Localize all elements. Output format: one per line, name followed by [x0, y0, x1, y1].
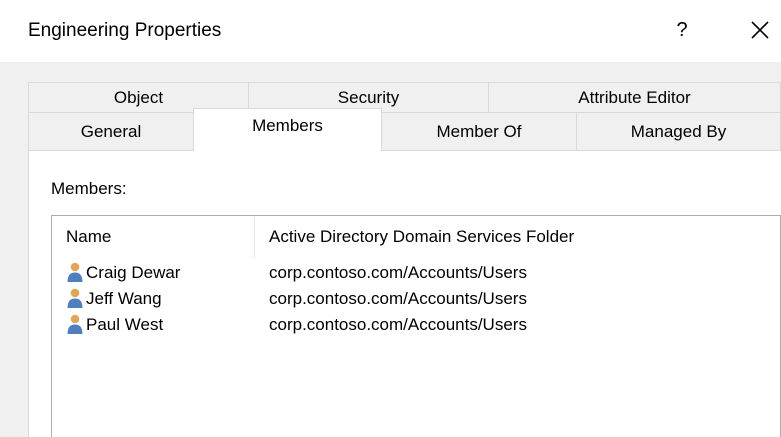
member-name: Paul West [86, 315, 164, 334]
properties-dialog: Engineering Properties ? Object Security… [0, 0, 781, 437]
member-name: Craig Dewar [86, 263, 181, 282]
list-item[interactable]: Jeff Wang corp.contoso.com/Accounts/User… [52, 286, 780, 312]
member-name: Jeff Wang [86, 289, 162, 308]
column-header-name[interactable]: Name [52, 216, 254, 258]
tab-attribute-editor[interactable]: Attribute Editor [488, 82, 781, 112]
close-button[interactable] [742, 14, 778, 46]
tab-managed-by[interactable]: Managed By [576, 112, 781, 150]
tab-label: Members [252, 116, 323, 135]
tab-label: Member Of [436, 122, 522, 141]
member-folder: corp.contoso.com/Accounts/Users [269, 263, 527, 282]
close-icon [751, 21, 769, 39]
user-icon [66, 261, 84, 283]
tab-label: Managed By [630, 122, 727, 141]
user-icon [66, 313, 84, 335]
list-item[interactable]: Paul West corp.contoso.com/Accounts/User… [52, 312, 780, 338]
column-header-folder[interactable]: Active Directory Domain Services Folder [255, 216, 780, 258]
members-tab-page: Members: Name Active Directory Domain Se… [28, 150, 781, 437]
member-folder: corp.contoso.com/Accounts/Users [269, 289, 527, 308]
tab-members[interactable]: Members [193, 108, 382, 151]
list-item[interactable]: Craig Dewar corp.contoso.com/Accounts/Us… [52, 260, 780, 286]
members-label: Members: [51, 179, 127, 198]
tab-general[interactable]: General [28, 112, 194, 150]
dialog-client-area: Object Security Attribute Editor General… [0, 62, 781, 437]
tab-label: General [80, 122, 142, 141]
user-icon [66, 287, 84, 309]
title-bar: Engineering Properties ? [0, 0, 781, 62]
tab-label: Attribute Editor [578, 88, 691, 107]
tab-label: Object [113, 88, 164, 107]
member-folder: corp.contoso.com/Accounts/Users [269, 315, 527, 334]
help-button[interactable]: ? [665, 14, 699, 46]
tab-member-of[interactable]: Member Of [381, 112, 577, 150]
window-title: Engineering Properties [28, 20, 222, 41]
members-list[interactable]: Name Active Directory Domain Services Fo… [51, 215, 781, 437]
